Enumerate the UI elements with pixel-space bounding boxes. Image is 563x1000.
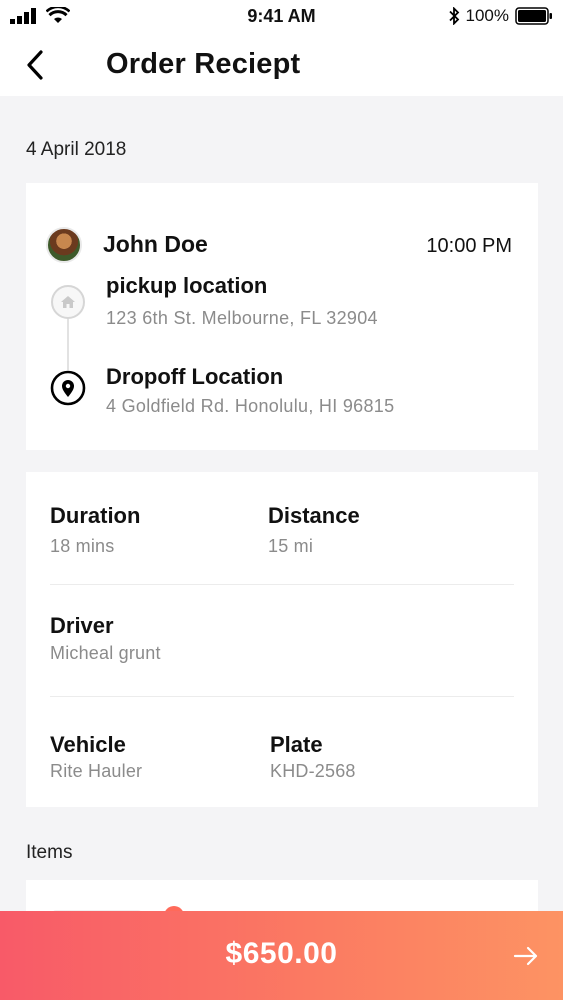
- dropoff-address: 4 Goldfield Rd. Honolulu, HI 96815: [106, 396, 395, 416]
- trip-time: 10:00 PM: [426, 235, 512, 257]
- pickup-label: pickup location: [106, 273, 268, 298]
- pickup-address: 123 6th St. Melbourne, FL 32904: [106, 308, 378, 328]
- battery-percent: 100%: [465, 6, 509, 25]
- distance-label: Distance: [268, 503, 360, 528]
- dropoff-label: Dropoff Location: [106, 364, 284, 389]
- trip-card: John Doe 10:00 PM pickup location 123 6t…: [26, 183, 538, 450]
- order-date: 4 April 2018: [26, 139, 127, 160]
- pickup-marker: [51, 285, 85, 319]
- back-chevron-icon: [27, 50, 43, 80]
- status-right: 100%: [448, 6, 553, 26]
- items-heading: Items: [26, 842, 73, 863]
- battery-icon: [515, 7, 552, 25]
- plate-label: Plate: [270, 732, 323, 757]
- rider-name: John Doe: [103, 231, 208, 257]
- divider: [50, 696, 514, 697]
- back-button[interactable]: [18, 48, 52, 82]
- driver-value: Micheal grunt: [50, 643, 161, 663]
- plate-value: KHD-2568: [270, 761, 356, 781]
- avatar: [46, 227, 82, 263]
- nav-bar: Order Reciept: [0, 34, 563, 96]
- status-bar: 9:41 AM 100%: [0, 0, 563, 34]
- duration-label: Duration: [50, 503, 141, 528]
- arrow-right-icon: [513, 946, 538, 966]
- distance-value: 15 mi: [268, 536, 314, 556]
- divider: [50, 584, 514, 585]
- total-amount: $650.00: [225, 937, 338, 970]
- page-title: Order Reciept: [106, 48, 301, 80]
- dropoff-marker: [50, 370, 86, 406]
- vehicle-label: Vehicle: [50, 732, 126, 757]
- vehicle-value: Rite Hauler: [50, 761, 143, 781]
- location-pin-icon: [50, 370, 86, 406]
- home-icon: [61, 296, 75, 308]
- driver-label: Driver: [50, 613, 114, 638]
- pay-total-button[interactable]: $650.00: [0, 911, 563, 1000]
- duration-value: 18 mins: [50, 536, 115, 556]
- details-card: Duration 18 mins Distance 15 mi Driver M…: [26, 472, 538, 807]
- bluetooth-icon: [448, 7, 459, 25]
